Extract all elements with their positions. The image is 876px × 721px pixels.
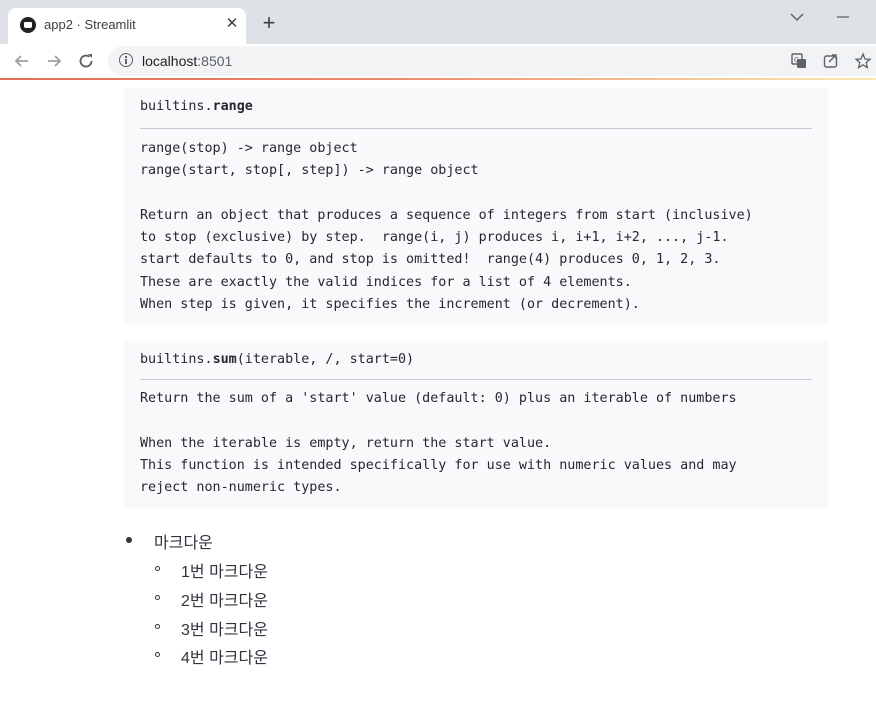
- help-function-name: sum: [212, 352, 237, 367]
- help-module: builtins.: [140, 352, 213, 367]
- help-docstring: Return the sum of a 'start' value (defau…: [140, 391, 737, 496]
- svg-text:G: G: [794, 56, 799, 64]
- bookmark-star-icon[interactable]: [854, 52, 872, 70]
- minimize-window-icon[interactable]: [834, 10, 852, 22]
- browser-toolbar: localhost:8501 G: [0, 44, 876, 78]
- sublist-bullet: [155, 595, 160, 600]
- sublist-bullet: [155, 652, 160, 657]
- help-signature: builtins.range: [140, 99, 253, 114]
- help-function-name: range: [212, 99, 253, 114]
- help-docstring: range(stop) -> range object range(start,…: [140, 141, 753, 313]
- share-icon[interactable]: [822, 52, 840, 70]
- forward-arrow-icon[interactable]: [44, 51, 64, 71]
- page-loading-bar: [0, 78, 876, 80]
- help-signature: builtins.sum(iterable, /, start=0): [140, 352, 414, 367]
- back-arrow-icon[interactable]: [12, 51, 32, 71]
- browser-tab[interactable]: app2 · Streamlit ✕: [8, 8, 246, 44]
- tab-close-button[interactable]: ✕: [223, 15, 241, 33]
- help-block-range: builtins.range range(stop) -> range obje…: [124, 88, 828, 325]
- reload-icon[interactable]: [76, 51, 96, 71]
- url-host: localhost: [142, 53, 198, 69]
- list-item: 마크다운: [154, 535, 213, 552]
- site-info-icon[interactable]: [119, 53, 133, 67]
- sublist-item: 1번 마크다운: [181, 564, 268, 581]
- sublist-item: 4번 마크다운: [181, 650, 268, 667]
- tab-search-chevron-icon[interactable]: [788, 10, 806, 24]
- help-block-sum: builtins.sum(iterable, /, start=0) Retur…: [124, 341, 828, 508]
- sublist-bullet: [155, 624, 160, 629]
- address-bar[interactable]: localhost:8501 G: [108, 46, 876, 76]
- help-params: (iterable, /, start=0): [236, 352, 415, 367]
- url-port: :8501: [197, 53, 233, 69]
- list-bullet: [126, 537, 132, 543]
- url-text[interactable]: localhost:8501: [142, 53, 232, 69]
- streamlit-favicon-icon: [20, 17, 36, 33]
- help-module: builtins.: [140, 99, 213, 114]
- translate-icon[interactable]: G: [790, 52, 808, 70]
- new-tab-button[interactable]: +: [259, 12, 279, 34]
- help-divider: [140, 379, 812, 380]
- sublist-item: 3번 마크다운: [181, 622, 268, 639]
- tab-title: app2 · Streamlit: [44, 17, 136, 32]
- browser-tab-strip: app2 · Streamlit ✕ +: [0, 0, 876, 44]
- help-divider: [140, 128, 812, 129]
- sublist-item: 2번 마크다운: [181, 593, 268, 610]
- sublist-bullet: [155, 566, 160, 571]
